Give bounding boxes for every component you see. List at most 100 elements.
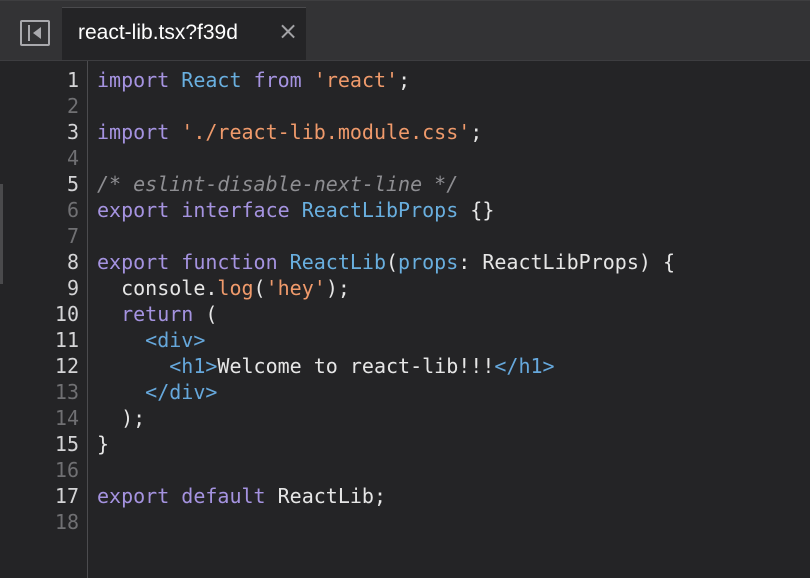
code-text: } xyxy=(97,431,109,457)
code-token: import xyxy=(97,120,170,144)
code-token: /* eslint-disable-next-line */ xyxy=(97,172,459,196)
code-token: log xyxy=(217,276,254,300)
close-icon[interactable]: × xyxy=(278,17,298,45)
code-token: {} xyxy=(458,198,495,222)
code-token: ( xyxy=(386,250,399,274)
code-token: ; xyxy=(470,120,483,144)
line-number: 17 xyxy=(54,484,79,508)
code-token: <h1> xyxy=(169,354,218,378)
line-number: 7 xyxy=(66,224,79,248)
line-number: 6 xyxy=(66,198,79,222)
code-line[interactable]: 12 <h1>Welcome to react-lib!!!</h1> xyxy=(0,353,810,379)
line-number: 18 xyxy=(54,510,79,534)
sidebar-toggle-button[interactable] xyxy=(20,20,50,46)
line-number: 11 xyxy=(54,328,79,352)
code-text: export default ReactLib; xyxy=(97,483,386,509)
source-viewer-window: react-lib.tsx?f39d × 1 import React from … xyxy=(0,0,810,578)
code-token: export xyxy=(97,198,170,222)
code-line[interactable]: 6 export interface ReactLibProps {} xyxy=(0,197,810,223)
code-token: 'hey' xyxy=(265,276,326,300)
code-token: function xyxy=(181,250,278,274)
code-editor[interactable]: 1 import React from 'react'; 2 3 import './r… xyxy=(0,61,810,578)
code-token: } xyxy=(97,432,110,456)
code-line[interactable]: 11 <div> xyxy=(0,327,810,353)
line-number: 5 xyxy=(66,172,79,196)
code-token: </h1> xyxy=(494,354,555,378)
code-text: import './react-lib.module.css'; xyxy=(97,119,482,145)
code-line[interactable]: 7 xyxy=(0,223,810,249)
code-token: ); xyxy=(97,406,146,430)
code-line[interactable]: 10 return ( xyxy=(0,301,810,327)
sidebar-collapse-icon xyxy=(28,25,30,41)
code-text: <h1>Welcome to react-lib!!!</h1> xyxy=(97,353,555,379)
code-token: ReactLibProps xyxy=(301,198,459,222)
code-token: console. xyxy=(97,276,218,300)
code-token: <div> xyxy=(145,328,206,352)
code-line[interactable]: 15} xyxy=(0,431,810,457)
code-line[interactable]: 2 xyxy=(0,93,810,119)
code-line[interactable]: 4 xyxy=(0,145,810,171)
code-line[interactable]: 14 ); xyxy=(0,405,810,431)
file-tab-label: react-lib.tsx?f39d xyxy=(78,21,238,44)
code-token: ); xyxy=(325,276,350,300)
code-token: './react-lib.module.css' xyxy=(181,120,471,144)
line-number: 13 xyxy=(54,380,79,404)
code-token: interface xyxy=(181,198,290,222)
code-token: ReactLib; xyxy=(265,484,387,508)
code-text: </div> xyxy=(97,379,217,405)
line-number: 12 xyxy=(54,354,79,378)
code-token: ( xyxy=(193,302,218,326)
code-text: import React from 'react'; xyxy=(97,67,410,93)
code-token: Welcome to react-lib!!! xyxy=(217,354,495,378)
code-line[interactable]: 16 xyxy=(0,457,810,483)
code-token: ReactLib xyxy=(289,250,386,274)
code-text: export function ReactLib(props: ReactLib… xyxy=(97,249,675,275)
code-line[interactable]: 8 export function ReactLib(props: ReactLi… xyxy=(0,249,810,275)
code-line[interactable]: 3 import './react-lib.module.css'; xyxy=(0,119,810,145)
code-token: export xyxy=(97,250,170,274)
code-token: React xyxy=(181,68,242,92)
code-token: </div> xyxy=(145,380,218,404)
line-number: 1 xyxy=(66,68,79,92)
code-line[interactable]: 17 export default ReactLib; xyxy=(0,483,810,509)
code-token: 'react' xyxy=(313,68,399,92)
code-token: from xyxy=(253,68,302,92)
code-token: props xyxy=(398,250,459,274)
code-token: ( xyxy=(253,276,266,300)
line-number: 15 xyxy=(54,432,79,456)
chevron-left-icon xyxy=(33,27,41,39)
code-token: : ReactLibProps) { xyxy=(458,250,676,274)
code-token: import xyxy=(97,68,170,92)
code-text: return ( xyxy=(97,301,217,327)
line-number: 10 xyxy=(54,302,79,326)
code-token: return xyxy=(121,302,194,326)
code-line[interactable]: 5 /* eslint-disable-next-line */ xyxy=(0,171,810,197)
code-text: /* eslint-disable-next-line */ xyxy=(97,171,458,197)
code-line[interactable]: 9 console.log('hey'); xyxy=(0,275,810,301)
code-line[interactable]: 1 import React from 'react'; xyxy=(0,67,810,93)
code-text: console.log('hey'); xyxy=(97,275,350,301)
file-tab[interactable]: react-lib.tsx?f39d × xyxy=(62,7,306,62)
line-number: 4 xyxy=(66,146,79,170)
line-number: 9 xyxy=(66,276,79,300)
code-text: ); xyxy=(97,405,145,431)
code-token: default xyxy=(181,484,266,508)
line-number: 3 xyxy=(66,120,79,144)
tab-bar: react-lib.tsx?f39d × xyxy=(0,0,810,62)
line-number: 8 xyxy=(66,250,79,274)
code-line[interactable]: 18 xyxy=(0,509,810,535)
line-number: 16 xyxy=(54,458,79,482)
code-line[interactable]: 13 </div> xyxy=(0,379,810,405)
